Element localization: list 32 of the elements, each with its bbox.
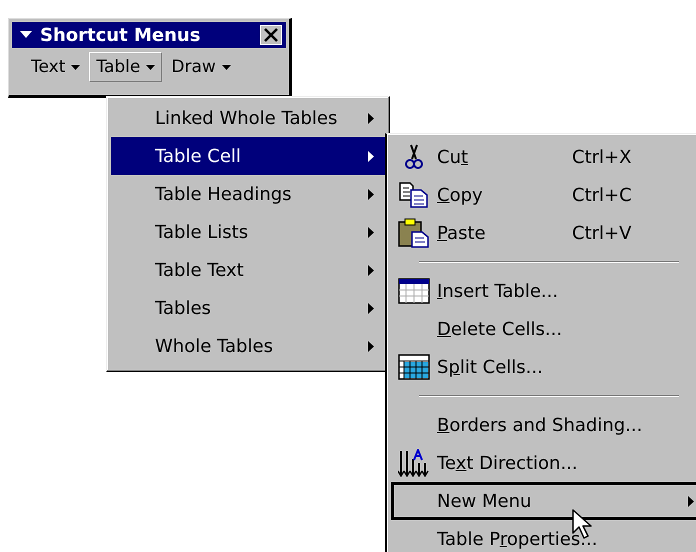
- menu-item[interactable]: New Menu: [391, 482, 696, 520]
- table-icon: [398, 354, 430, 380]
- menu-item[interactable]: Table Cell: [111, 137, 386, 175]
- dropdown-icon[interactable]: [20, 31, 32, 39]
- menu-item[interactable]: Whole Tables: [111, 327, 386, 365]
- close-icon[interactable]: [260, 25, 282, 45]
- menu-button[interactable]: Text: [24, 52, 88, 82]
- menu-button[interactable]: Table: [89, 52, 162, 82]
- menu-item[interactable]: Cut Ctrl+X: [391, 138, 696, 176]
- table-icon: [398, 278, 430, 304]
- menu-item[interactable]: Delete Cells...: [391, 310, 696, 348]
- menu-item[interactable]: Table Text: [111, 251, 386, 289]
- menu-item[interactable]: Table Properties...: [391, 520, 696, 552]
- menu-item[interactable]: Tables: [111, 289, 386, 327]
- copy-icon: [399, 182, 429, 208]
- menu-item[interactable]: Text Direction...: [391, 444, 696, 482]
- menu-item[interactable]: Paste Ctrl+V: [391, 214, 696, 252]
- menu-item[interactable]: Borders and Shading...: [391, 406, 696, 444]
- menu-button[interactable]: Draw: [164, 52, 238, 82]
- clipboard-icon: [398, 218, 430, 248]
- menu-item[interactable]: Copy Ctrl+C: [391, 176, 696, 214]
- window-title: Shortcut Menus: [40, 24, 202, 46]
- menu-item[interactable]: Insert Table...: [391, 272, 696, 310]
- caret-icon: [222, 64, 231, 70]
- scissors-icon: [402, 144, 426, 170]
- text-direction-icon: [398, 449, 430, 477]
- caret-icon: [146, 64, 156, 70]
- menu-item[interactable]: Table Headings: [111, 175, 386, 213]
- menu-item[interactable]: Split Cells...: [391, 348, 696, 386]
- menu-item[interactable]: Linked Whole Tables: [111, 99, 386, 137]
- caret-icon: [71, 64, 80, 70]
- menu-item[interactable]: Table Lists: [111, 213, 386, 251]
